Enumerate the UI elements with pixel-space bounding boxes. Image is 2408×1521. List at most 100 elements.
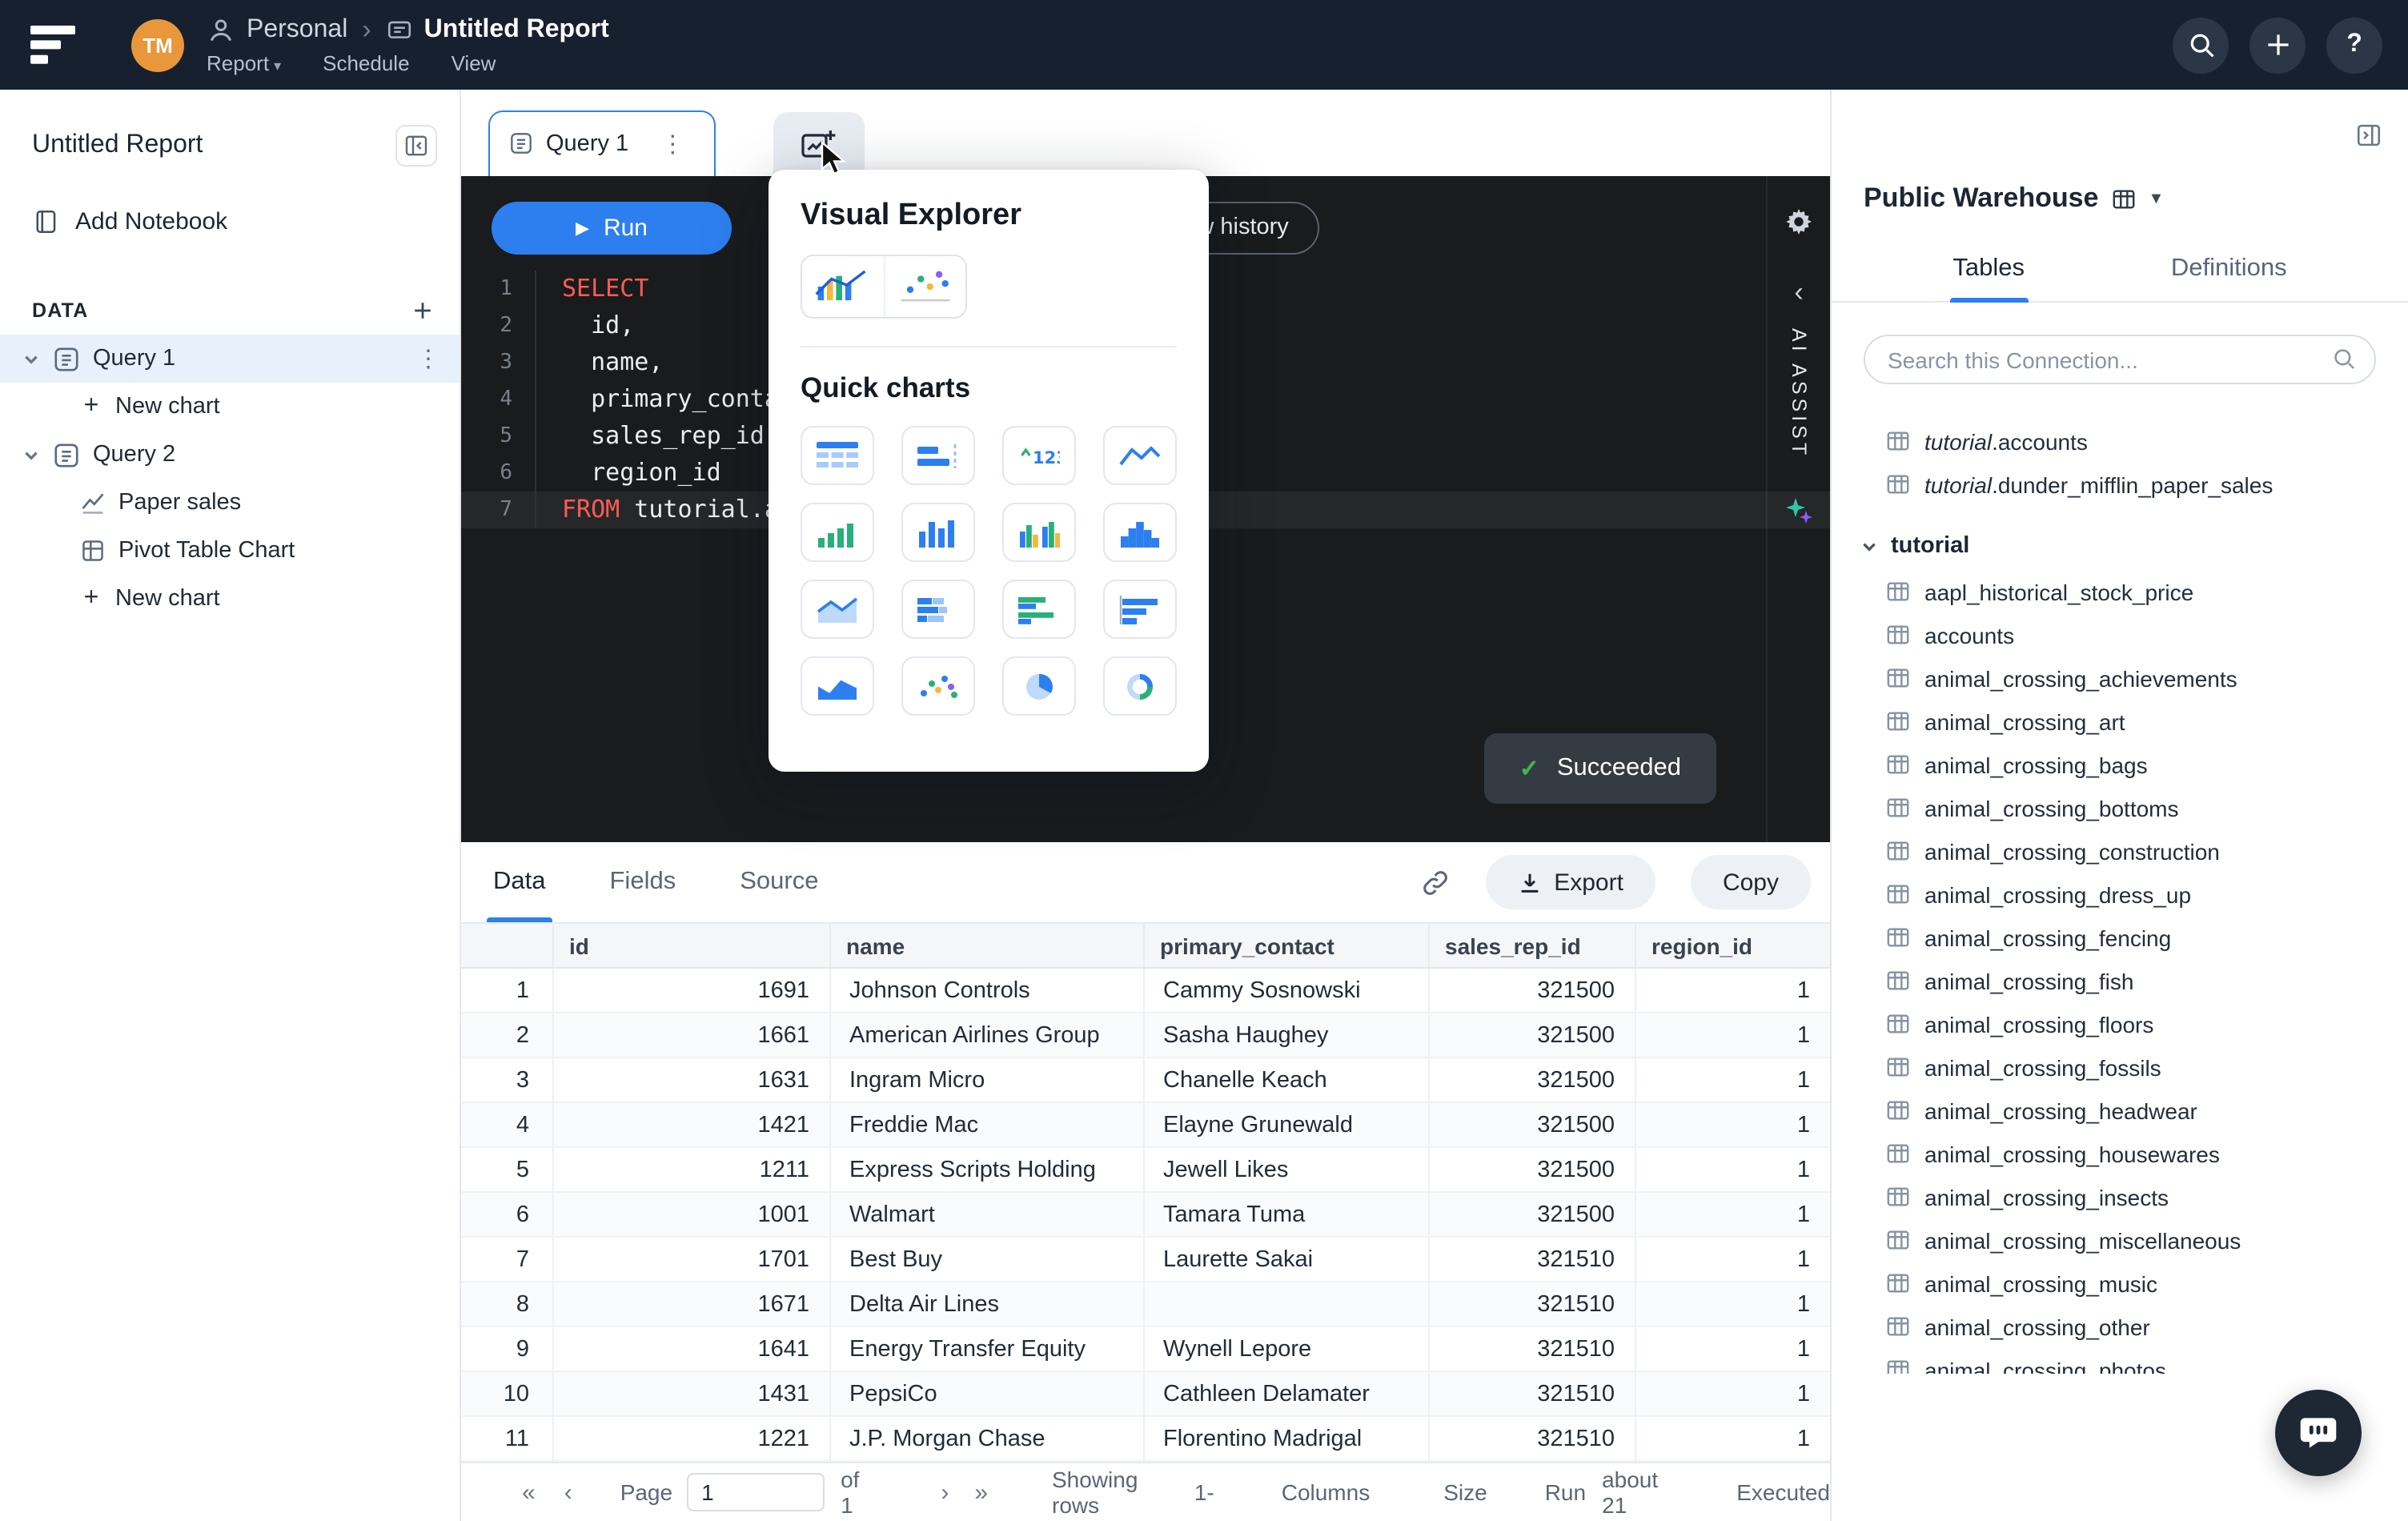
table-list-item[interactable]: animal_crossing_miscellaneous [1832,1218,2408,1262]
table-list-item[interactable]: animal_crossing_fish [1832,959,2408,1002]
next-page-icon[interactable]: › [941,1479,949,1506]
collapse-sidebar-button[interactable] [395,125,437,167]
header-id[interactable]: id [552,923,829,968]
ai-sparkle-button[interactable] [1784,497,1813,526]
table-row[interactable]: 5 1211 Express Scripts Holding Jewell Li… [461,1147,1830,1192]
tab-query1[interactable]: Query 1 ⋮ [488,110,715,176]
help-button[interactable]: ? [2326,17,2382,73]
multi-bars-horizontal-icon-button[interactable] [1002,580,1076,639]
big-number-icon-button[interactable]: 123 [1002,426,1076,485]
line-chart-icon-button[interactable] [1103,426,1177,485]
mode-logo[interactable] [26,18,80,72]
export-button[interactable]: Export [1485,855,1656,909]
tab-fields[interactable]: Fields [610,842,676,922]
header-primary-contact[interactable]: primary_contact [1143,923,1428,968]
breadcrumb-parent[interactable]: Personal [247,16,347,45]
green-bars-icon-button[interactable] [801,503,874,562]
visual-explorer-button[interactable] [801,255,967,319]
tab-menu-button[interactable]: ⋮ [641,130,704,159]
table-list-item[interactable]: animal_crossing_fencing [1832,916,2408,959]
table-row[interactable]: 8 1671 Delta Air Lines 321510 1 [461,1282,1830,1326]
table-list-item[interactable]: animal_crossing_housewares [1832,1132,2408,1175]
table-row[interactable]: 6 1001 Walmart Tamara Tuma 321500 1 [461,1192,1830,1237]
first-page-icon[interactable]: « [522,1479,536,1506]
editor-settings-button[interactable] [1784,207,1814,237]
table-row[interactable]: 4 1421 Freddie Mac Elayne Grunewald 3215… [461,1102,1830,1147]
sidebar-item-paper-sales[interactable]: Paper sales [0,479,460,527]
menu-view[interactable]: View [451,51,496,75]
table-list-item[interactable]: animal_crossing_headwear [1832,1089,2408,1132]
table-row[interactable]: 1 1691 Johnson Controls Cammy Sosnowski … [461,968,1830,1013]
table-list-item[interactable]: animal_crossing_art [1832,700,2408,743]
table-list-item[interactable]: animal_crossing_insects [1832,1175,2408,1218]
table-row[interactable]: 7 1701 Best Buy Laurette Sakai 321510 1 [461,1237,1830,1282]
table-list-item[interactable]: animal_crossing_bags [1832,743,2408,786]
sidebar-item-query2[interactable]: Query 2 [0,431,460,479]
add-chart-tab-button[interactable] [773,112,864,176]
menu-report[interactable]: Report▾ [207,51,281,75]
table-list-item[interactable]: animal_crossing_photos [1832,1348,2408,1374]
pinned-table-item[interactable]: tutorial.dunder_mifflin_paper_sales [1832,463,2408,506]
donut-chart-icon-button[interactable] [1103,656,1177,716]
sidebar-item-pivot-table-chart[interactable]: Pivot Table Chart [0,527,460,575]
area-line-icon-button[interactable] [801,580,874,639]
search-button[interactable] [2173,17,2229,73]
table-row[interactable]: 11 1221 J.P. Morgan Chase Florentino Mad… [461,1416,1830,1461]
histogram-icon-button[interactable] [1103,503,1177,562]
tab-source[interactable]: Source [740,842,818,922]
connection-selector[interactable]: Public Warehouse ▼ [1832,90,2408,215]
sidebar-item-query1[interactable]: Query 1 ⋮ [0,335,460,383]
columns-label[interactable]: Columns [1282,1479,1371,1505]
avatar[interactable]: TM [131,18,184,71]
run-button[interactable]: ▶ Run [492,202,732,255]
table-list-item[interactable]: animal_crossing_fossils [1832,1045,2408,1089]
size-label[interactable]: Size [1443,1479,1487,1505]
scatter-plot-icon-button[interactable] [901,656,975,716]
table-list-item[interactable]: animal_crossing_dress_up [1832,873,2408,916]
table-list-item[interactable]: animal_crossing_construction [1832,829,2408,873]
kpi-bars-icon-button[interactable] [901,426,975,485]
share-link-button[interactable] [1419,867,1450,897]
table-list-item[interactable]: animal_crossing_other [1832,1305,2408,1348]
add-data-button[interactable] [411,299,434,322]
column-chart-icon-button[interactable] [901,503,975,562]
add-notebook-button[interactable]: Add Notebook [0,183,460,261]
copy-button[interactable]: Copy [1691,855,1811,909]
table-row[interactable]: 2 1661 American Airlines Group Sasha Hau… [461,1013,1830,1057]
add-button[interactable] [2249,17,2306,73]
menu-schedule[interactable]: Schedule [323,51,409,75]
grouped-columns-icon-button[interactable] [1002,503,1076,562]
collapse-connection-panel-button[interactable] [2355,122,2382,149]
connection-search-input[interactable] [1864,335,2376,384]
table-list-item[interactable]: animal_crossing_floors [1832,1002,2408,1045]
collapse-ai-panel-button[interactable]: ‹ [1794,280,1803,306]
prev-page-icon[interactable]: ‹ [564,1479,572,1506]
table-list-item[interactable]: accounts [1832,613,2408,656]
table-list-item[interactable]: animal_crossing_achievements [1832,656,2408,700]
tab-data[interactable]: Data [493,842,546,922]
header-region-id[interactable]: region_id [1635,923,1830,968]
table-chart-icon-button[interactable] [801,426,874,485]
pie-chart-icon-button[interactable] [1002,656,1076,716]
tab-tables[interactable]: Tables [1949,240,2028,301]
table-row[interactable]: 10 1431 PepsiCo Cathleen Delamater 32151… [461,1371,1830,1416]
query1-menu-button[interactable]: ⋮ [397,344,460,373]
bar-rows-icon-button[interactable] [1103,580,1177,639]
new-chart-button-2[interactable]: + New chart [0,575,460,623]
stacked-bars-horizontal-icon-button[interactable] [901,580,975,639]
table-list-item[interactable]: aapl_historical_stock_price [1832,570,2408,613]
header-name[interactable]: name [829,923,1143,968]
table-row[interactable]: 9 1641 Energy Transfer Equity Wynell Lep… [461,1326,1830,1371]
last-page-icon[interactable]: » [974,1479,988,1506]
new-chart-button-1[interactable]: + New chart [0,383,460,431]
table-row[interactable]: 3 1631 Ingram Micro Chanelle Keach 32150… [461,1057,1830,1102]
schema-group-tutorial[interactable]: tutorial [1832,522,2408,570]
table-list-item[interactable]: animal_crossing_bottoms [1832,786,2408,829]
pinned-table-item[interactable]: tutorial.accounts [1832,419,2408,463]
tab-definitions[interactable]: Definitions [2168,240,2290,301]
header-sales-rep-id[interactable]: sales_rep_id [1428,923,1635,968]
page-input[interactable] [687,1473,825,1511]
table-list-item[interactable]: animal_crossing_music [1832,1262,2408,1305]
filled-area-icon-button[interactable] [801,656,874,716]
chat-support-button[interactable] [2275,1390,2362,1476]
